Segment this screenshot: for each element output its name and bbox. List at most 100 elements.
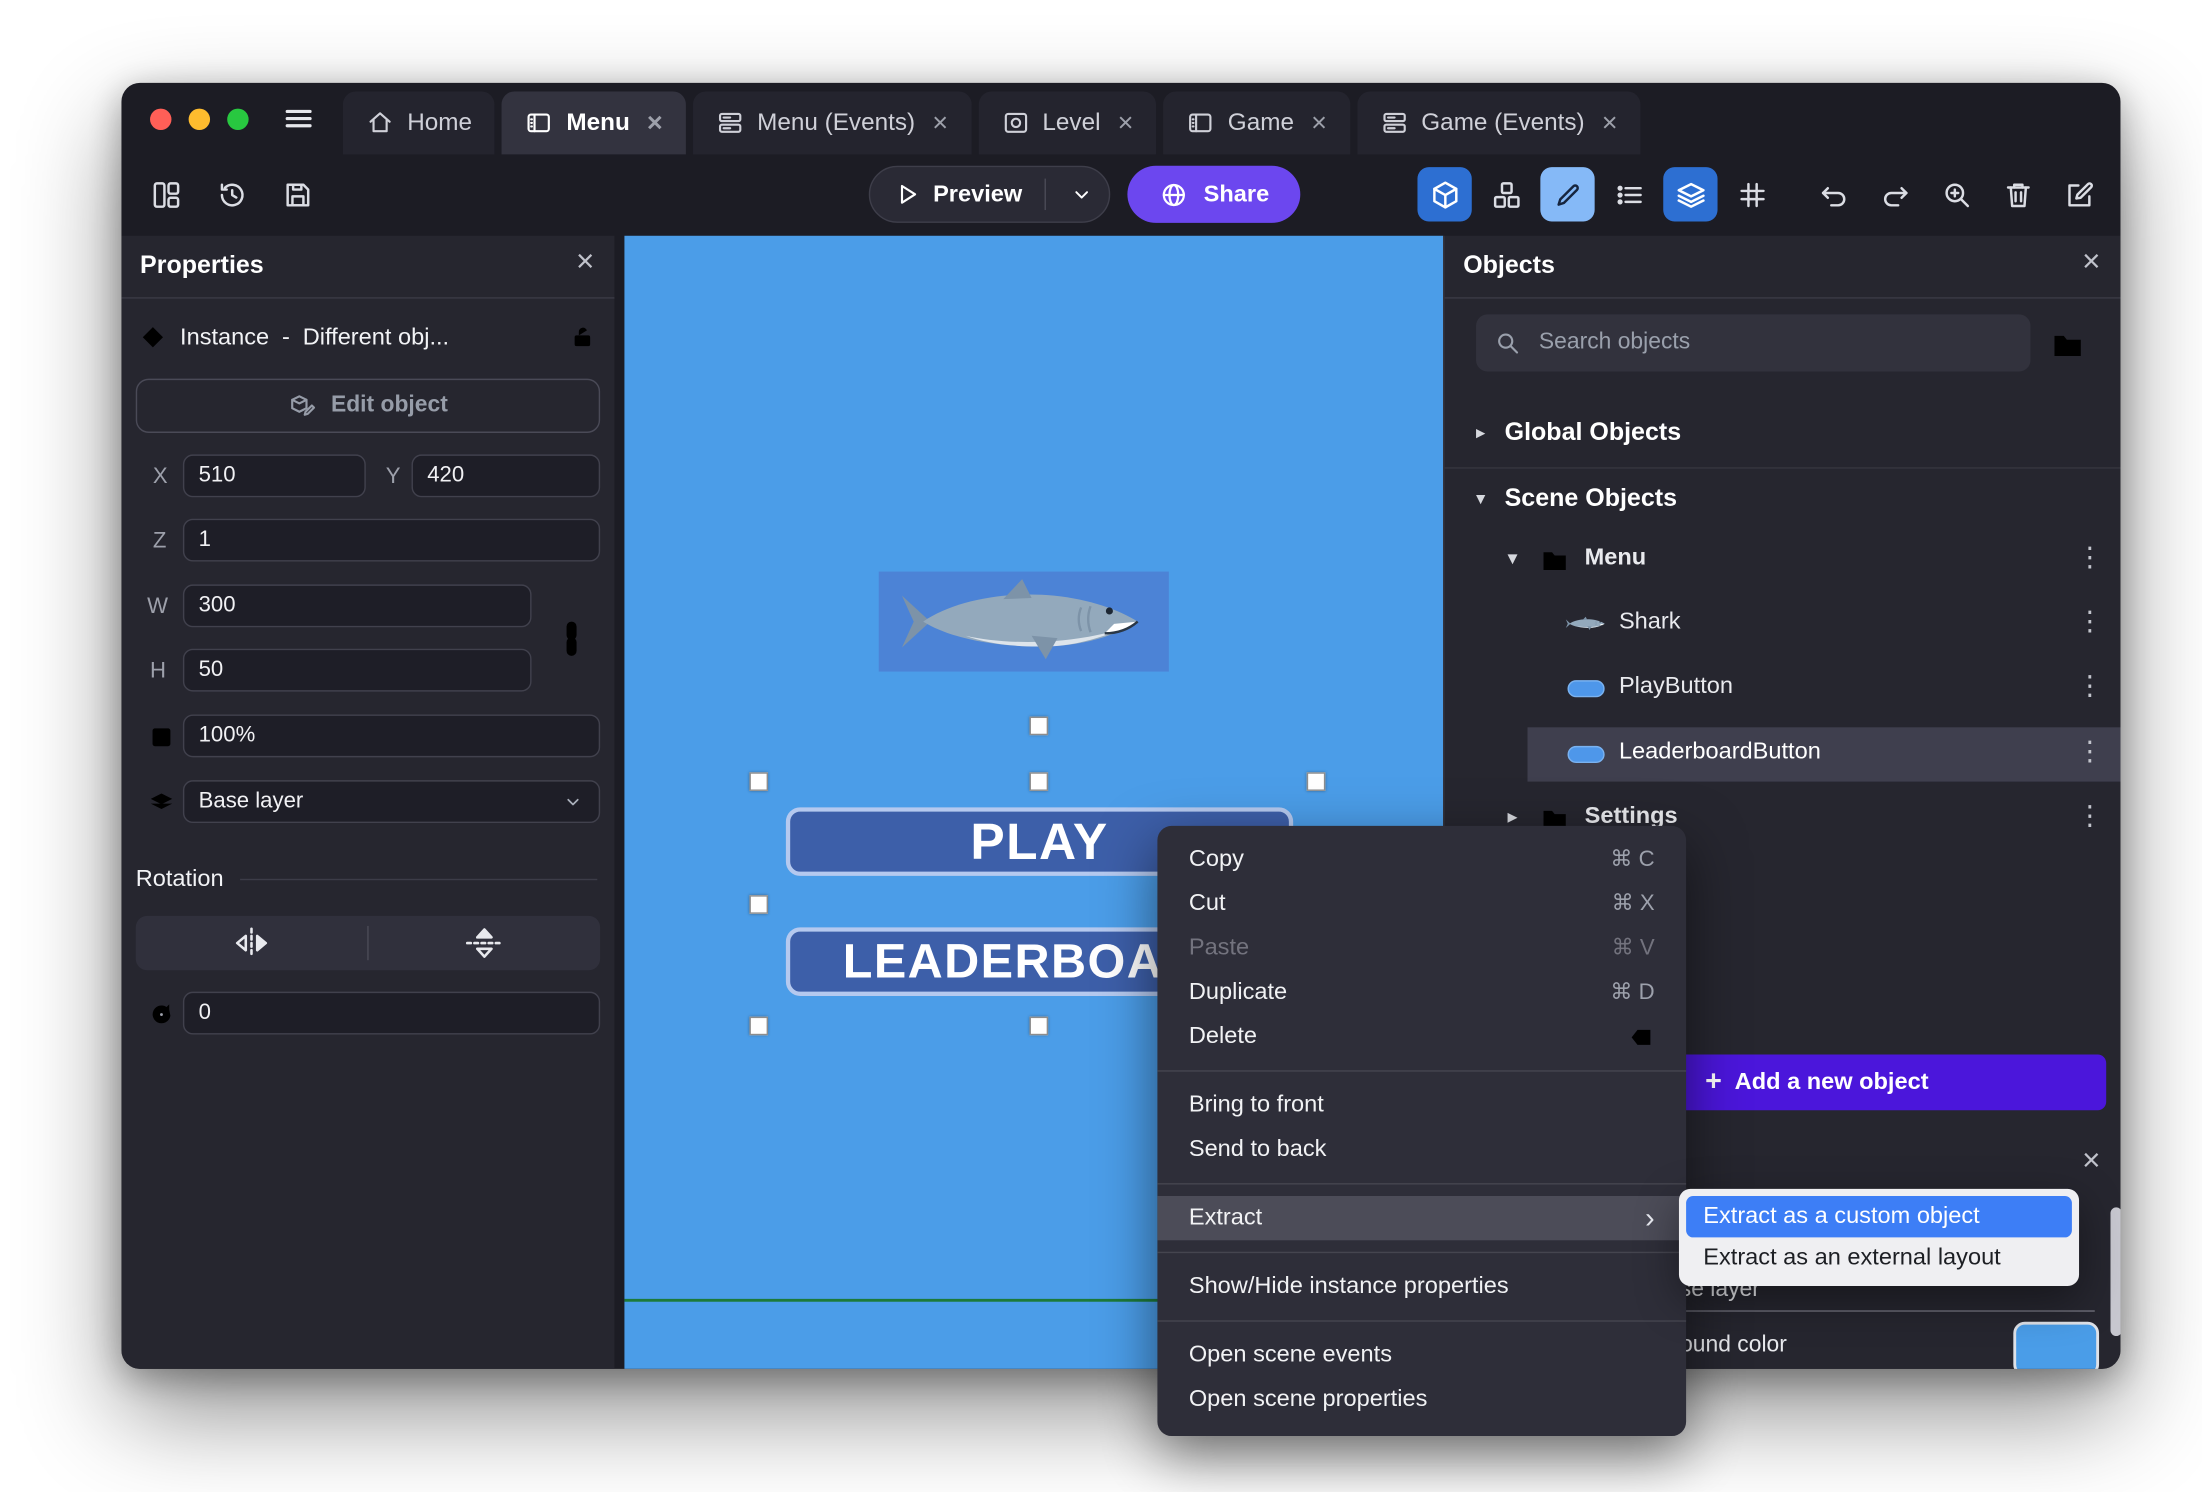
main-menu-button[interactable] <box>281 101 315 135</box>
background-color-swatch[interactable] <box>2013 1321 2100 1369</box>
kebab-menu-icon[interactable]: ⋮ <box>2076 802 2103 835</box>
grid-button[interactable] <box>1725 167 1779 221</box>
context-menu-item-send-to-back[interactable]: Send to back <box>1157 1127 1686 1171</box>
bottom-panel-close-icon[interactable]: × <box>2082 1144 2100 1176</box>
lock-open-icon[interactable] <box>569 323 598 352</box>
zoom-button[interactable] <box>1929 167 1983 221</box>
aspect-lock-icon[interactable] <box>560 580 583 697</box>
tab-menu[interactable]: Menu × <box>502 91 686 155</box>
properties-close-icon[interactable]: × <box>576 245 594 277</box>
selection-handle-top-left[interactable] <box>749 772 769 791</box>
tab-label: Game (Events) <box>1421 108 1585 136</box>
submenu-item-extract-custom-object[interactable]: Extract as a custom object <box>1686 1195 2072 1238</box>
object-row-leaderboardbutton[interactable]: LeaderboardButton ⋮ <box>1445 729 2121 780</box>
flip-vertical-button[interactable] <box>369 927 600 958</box>
object-search[interactable] <box>1476 314 2031 372</box>
context-menu-item-open-scene-properties[interactable]: Open scene properties <box>1157 1377 1686 1421</box>
share-button[interactable]: Share <box>1127 165 1301 223</box>
object-label-leaderboardbutton: LeaderboardButton <box>1618 738 1821 765</box>
selection-handle-mid-left[interactable] <box>749 895 769 914</box>
tab-close-icon[interactable]: × <box>1602 109 1618 136</box>
tab-close-icon[interactable]: × <box>932 109 948 136</box>
kebab-menu-icon[interactable]: ⋮ <box>2076 672 2103 705</box>
project-manager-button[interactable] <box>139 167 193 221</box>
edit-scene-button[interactable] <box>2052 167 2106 221</box>
delete-button[interactable] <box>1990 167 2044 221</box>
scrollbar[interactable] <box>2110 1207 2121 1337</box>
chevron-collapsed-icon[interactable]: ▸ <box>1476 422 1485 445</box>
list-icon <box>1616 184 1642 204</box>
redo-button[interactable] <box>1868 167 1922 221</box>
tab-close-icon[interactable]: × <box>1311 109 1327 136</box>
shortcut-label: ⌘ X <box>1611 891 1655 916</box>
tab-home[interactable]: Home <box>342 91 495 155</box>
objects-panel-button[interactable] <box>1479 167 1533 221</box>
shark-sprite-instance[interactable] <box>878 571 1169 672</box>
opacity-input[interactable] <box>182 714 601 758</box>
height-input[interactable] <box>182 648 532 692</box>
undo-button[interactable] <box>1806 167 1860 221</box>
toggle-3d-button[interactable] <box>1417 167 1472 222</box>
global-objects-header[interactable]: ▸ Global Objects <box>1445 414 2121 457</box>
scene-objects-label: Scene Objects <box>1504 482 1677 512</box>
objects-close-icon[interactable]: × <box>2082 245 2100 277</box>
window-close-button[interactable] <box>150 108 172 131</box>
tab-game-events[interactable]: Game (Events) × <box>1356 91 1641 155</box>
layer-select[interactable]: Base layer <box>182 780 601 824</box>
save-button[interactable] <box>270 167 324 221</box>
rotation-handle[interactable] <box>1029 716 1049 736</box>
selection-handle-top-center[interactable] <box>1029 772 1049 791</box>
z-input[interactable] <box>182 518 601 562</box>
submenu-item-extract-external-layout[interactable]: Extract as an external layout <box>1686 1237 2072 1278</box>
opacity-icon <box>152 728 171 747</box>
selection-handle-bottom-center[interactable] <box>1029 1016 1049 1036</box>
y-input[interactable] <box>411 454 601 498</box>
shark-thumbnail-icon <box>1565 616 1608 632</box>
rotation-input[interactable] <box>182 991 601 1035</box>
level-icon <box>1004 112 1027 133</box>
window-minimize-button[interactable] <box>188 108 211 131</box>
context-menu-item-show-hide-properties[interactable]: Show/Hide instance properties <box>1157 1265 1686 1309</box>
tab-close-icon[interactable]: × <box>647 109 663 136</box>
scene-objects-header[interactable]: ▾ Scene Objects <box>1445 480 2121 523</box>
context-menu-item-bring-to-front[interactable]: Bring to front <box>1157 1083 1686 1127</box>
object-search-input[interactable] <box>1536 328 2014 358</box>
new-folder-icon[interactable] <box>2049 326 2086 363</box>
layers-panel-button[interactable] <box>1663 167 1718 222</box>
tab-menu-events[interactable]: Menu (Events) × <box>692 91 971 155</box>
kebab-menu-icon[interactable]: ⋮ <box>2076 607 2103 640</box>
selection-handle-bottom-left[interactable] <box>749 1016 769 1036</box>
chevron-expanded-icon[interactable]: ▾ <box>1507 546 1517 570</box>
edit-mode-button[interactable] <box>1540 167 1595 222</box>
flip-horizontal-button[interactable] <box>136 927 367 959</box>
context-menu-item-copy[interactable]: Copy ⌘ C <box>1157 837 1686 881</box>
window-zoom-button[interactable] <box>227 108 249 131</box>
object-folder-menu[interactable]: ▾ Menu ⋮ <box>1445 534 2121 585</box>
context-menu-item-cut[interactable]: Cut ⌘ X <box>1157 882 1686 926</box>
kebab-menu-icon[interactable]: ⋮ <box>2076 737 2103 770</box>
context-menu-item-extract[interactable]: Extract › <box>1157 1195 1687 1241</box>
chevron-down-icon[interactable] <box>1069 181 1095 207</box>
context-menu-item-open-scene-events[interactable]: Open scene events <box>1157 1333 1686 1377</box>
width-input[interactable] <box>182 584 532 628</box>
y-label: Y <box>385 464 401 489</box>
edit-object-button[interactable]: Edit object <box>135 378 601 433</box>
instances-list-button[interactable] <box>1602 167 1656 221</box>
tab-level[interactable]: Level × <box>978 91 1157 155</box>
tab-game[interactable]: Game × <box>1163 91 1350 155</box>
edit-object-icon <box>290 395 315 416</box>
object-row-shark[interactable]: Shark ⋮ <box>1445 599 2121 650</box>
object-row-playbutton[interactable]: PlayButton ⋮ <box>1445 663 2121 714</box>
history-button[interactable] <box>204 167 258 221</box>
chevron-expanded-icon[interactable]: ▾ <box>1476 487 1485 510</box>
x-input[interactable] <box>182 454 366 498</box>
preview-button[interactable]: Preview <box>868 165 1111 223</box>
context-menu-item-duplicate[interactable]: Duplicate ⌘ D <box>1157 970 1686 1014</box>
context-menu-item-delete[interactable]: Delete <box>1157 1015 1686 1059</box>
objects-panel-title: Objects <box>1463 250 1555 279</box>
tab-close-icon[interactable]: × <box>1118 109 1134 136</box>
selection-handle-top-right[interactable] <box>1306 772 1326 791</box>
kebab-menu-icon[interactable]: ⋮ <box>2076 543 2103 576</box>
divider <box>1157 1070 1687 1072</box>
tab-label: Home <box>407 108 473 136</box>
